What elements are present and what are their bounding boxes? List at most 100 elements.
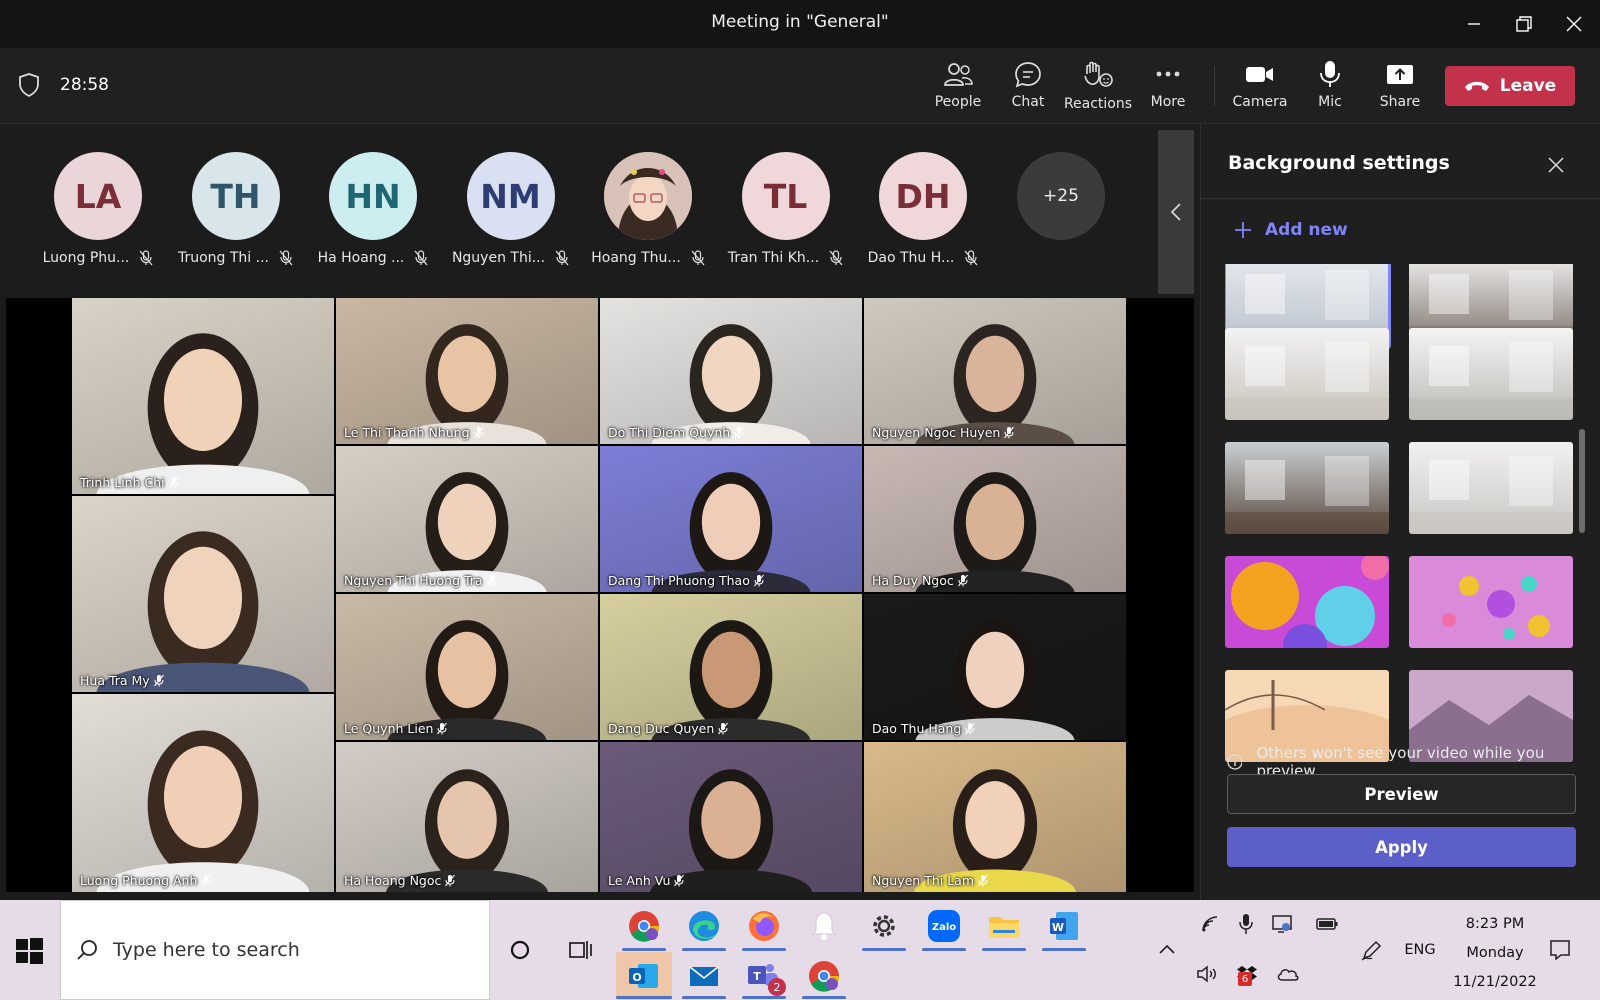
reactions-button[interactable]: Reactions (1063, 60, 1133, 116)
edge-app[interactable] (682, 904, 726, 948)
background-option-pink-bubbles[interactable] (1409, 556, 1573, 648)
dropbox-tray-button[interactable]: 6 (1234, 962, 1262, 986)
firefox-app[interactable] (742, 904, 786, 948)
teams-app[interactable]: T 2 (742, 954, 786, 998)
video-tile[interactable]: Hua Tra My (72, 496, 334, 692)
cloud-icon (1277, 969, 1299, 981)
video-tile[interactable]: Dao Thu Hang (864, 594, 1126, 740)
more-participants[interactable]: +25 (996, 152, 1126, 240)
tile-name-row: Dang Duc Quyen (608, 721, 729, 736)
background-option-white-loft-stairs[interactable] (1225, 328, 1389, 420)
tile-name-row: Le Quynh Lien (344, 721, 448, 736)
camera-button[interactable]: Camera (1225, 60, 1295, 116)
chrome-app[interactable] (622, 904, 666, 948)
dropbox-badge: 6 (1238, 972, 1252, 986)
panel-scrollbar[interactable] (1579, 429, 1585, 533)
svg-text:W: W (1052, 921, 1064, 934)
taskbar-search-box[interactable]: Type here to search (60, 900, 490, 1000)
background-option-glass-office[interactable] (1225, 442, 1389, 534)
explorer-running-indicator (982, 948, 1026, 951)
tile-name-row: Dao Thu Hang (872, 721, 976, 736)
roster-participant[interactable]: TH Truong Thi ... (171, 152, 301, 266)
tile-name-row: Nguyen Thi Huong Tra (344, 573, 497, 588)
pen-menu-button[interactable] (1358, 936, 1386, 964)
leave-button[interactable]: Leave (1445, 66, 1575, 106)
volume-tray-button[interactable] (1194, 962, 1222, 986)
roster-participant[interactable]: LA Luong Phu... (33, 152, 163, 266)
video-tile[interactable]: Ha Duy Ngoc (864, 446, 1126, 592)
roster-collapse-button[interactable] (1158, 130, 1194, 294)
screen-share-tray-button[interactable] (1270, 912, 1294, 936)
restore-button[interactable] (1502, 8, 1546, 40)
share-button[interactable]: Share (1365, 60, 1435, 116)
task-view-button[interactable] (558, 928, 602, 972)
mic-icon (201, 874, 212, 887)
microphone-tray-button[interactable] (1234, 912, 1258, 936)
mic-icon (437, 722, 448, 735)
file-explorer-app[interactable] (982, 904, 1026, 948)
people-button[interactable]: People (923, 60, 993, 116)
video-tile[interactable]: Nguyen Thi Lam (864, 742, 1126, 892)
word-app[interactable]: W (1042, 904, 1086, 948)
mic-off-icon (691, 250, 705, 266)
video-tile[interactable]: Dang Duc Quyen (600, 594, 862, 740)
mail-running-indicator (682, 996, 726, 999)
close-icon (1548, 157, 1564, 173)
tile-participant-name: Luong Phuong Anh (80, 873, 198, 888)
svg-text:T: T (753, 970, 761, 983)
preview-button[interactable]: Preview (1227, 774, 1576, 814)
background-option-colorful-spheres[interactable] (1225, 556, 1389, 648)
tile-name-row: Hua Tra My (80, 673, 164, 688)
roster-participant[interactable]: Hoang Thu... (583, 152, 713, 266)
outlook-app[interactable]: O (616, 952, 672, 1000)
video-tile[interactable]: Ha Hoang Ngoc (336, 742, 598, 892)
search-icon (77, 940, 97, 960)
more-button[interactable]: More (1133, 60, 1203, 116)
participant-name-row: Ha Hoang ... (308, 250, 438, 266)
background-option-white-wall-room[interactable] (1409, 442, 1573, 534)
video-tile[interactable]: Do Thi Diem Quynh (600, 298, 862, 444)
microphone-icon (1239, 914, 1253, 934)
roster-participant[interactable]: TL Tran Thi Kh... (721, 152, 851, 266)
mail-app[interactable] (682, 954, 726, 998)
roster-participant[interactable]: NM Nguyen Thi... (446, 152, 576, 266)
video-tile[interactable]: Nguyen Thi Huong Tra (336, 446, 598, 592)
roster-participant[interactable]: HN Ha Hoang ... (308, 152, 438, 266)
chrome-profile-app[interactable] (802, 954, 846, 998)
participant-name: Tran Thi Kh... (727, 250, 820, 266)
video-tile[interactable]: Luong Phuong Anh (72, 694, 334, 892)
mic-label: Mic (1318, 94, 1342, 110)
settings-app[interactable] (862, 904, 906, 948)
onedrive-tray-button[interactable] (1274, 962, 1302, 986)
language-indicator[interactable]: ENG (1400, 938, 1440, 962)
video-tile[interactable]: Trinh Linh Chi (72, 298, 334, 494)
mic-icon (153, 674, 164, 687)
chat-label: Chat (1011, 94, 1045, 110)
taskbar-clock[interactable]: 8:23 PM Monday 11/21/2022 (1440, 910, 1550, 997)
close-window-button[interactable] (1552, 8, 1596, 40)
mic-button[interactable]: Mic (1295, 60, 1365, 116)
apply-button[interactable]: Apply (1227, 827, 1576, 867)
battery-tray-button[interactable] (1314, 912, 1340, 936)
cortana-button[interactable] (498, 928, 542, 972)
action-center-button[interactable] (1544, 934, 1576, 966)
video-tile[interactable]: Le Quynh Lien (336, 594, 598, 740)
notification-app[interactable] (802, 904, 846, 948)
show-hidden-icons-button[interactable] (1154, 936, 1180, 962)
minimize-button[interactable] (1452, 8, 1496, 40)
windows-start-icon[interactable] (14, 936, 44, 966)
pen-icon (1361, 940, 1382, 961)
video-tile[interactable]: Le Anh Vu (600, 742, 862, 892)
video-tile[interactable]: Le Thi Thanh Nhung (336, 298, 598, 444)
avatar (604, 152, 692, 240)
close-icon (1566, 16, 1582, 32)
network-tray-button[interactable] (1198, 912, 1222, 936)
roster-participant[interactable]: DH Dao Thu H... (858, 152, 988, 266)
chat-button[interactable]: Chat (993, 60, 1063, 116)
panel-close-button[interactable] (1541, 150, 1571, 180)
add-new-background-button[interactable]: Add new (1233, 220, 1348, 240)
zalo-app[interactable]: Zalo (922, 904, 966, 948)
video-tile[interactable]: Nguyen Ngoc Huyen (864, 298, 1126, 444)
background-option-white-empty-room[interactable] (1409, 328, 1573, 420)
video-tile[interactable]: Dang Thi Phuong Thao (600, 446, 862, 592)
